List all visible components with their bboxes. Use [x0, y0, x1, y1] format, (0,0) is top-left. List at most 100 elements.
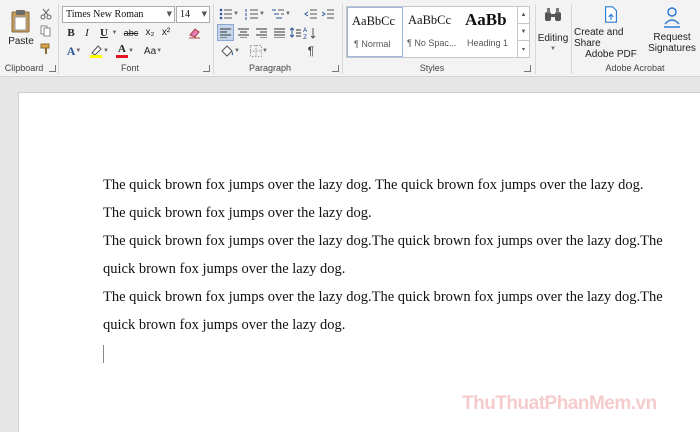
styles-scroll-up[interactable]: ▲ [517, 7, 529, 23]
underline-icon: U [100, 26, 108, 39]
font-size-combo[interactable]: 14 ▼ [176, 6, 210, 23]
styles-more[interactable]: ▾ [517, 40, 529, 57]
cut-button[interactable] [38, 6, 54, 21]
shading-button[interactable]: ▼ [217, 43, 243, 59]
ribbon: Paste Clipboard Times New Roman ▼ 14 ▼ B… [0, 0, 700, 77]
paragraph-group-label: Paragraph [248, 63, 292, 73]
borders-icon [250, 45, 263, 57]
paint-bucket-icon [221, 44, 234, 57]
numbered-list-icon [245, 9, 259, 20]
clear-formatting-button[interactable] [186, 25, 202, 40]
styles-dialog-launcher[interactable] [524, 65, 531, 72]
style-no-spacing[interactable]: AaBbCc ¶ No Spac... [404, 7, 460, 57]
superscript-icon: x² [161, 27, 171, 38]
indent-icon [321, 9, 334, 19]
text-effects-icon: A [66, 43, 76, 58]
font-color-icon: A [118, 43, 126, 55]
text-effects-button[interactable]: A ▼ [64, 43, 84, 59]
subscript-icon: x₂ [145, 27, 155, 38]
paste-button[interactable]: Paste [4, 4, 38, 50]
create-share-line1: Create and Share [574, 27, 624, 49]
paragraph-1[interactable]: The quick brown fox jumps over the lazy … [103, 171, 663, 227]
underline-dropdown[interactable]: ▼ [111, 25, 118, 40]
copy-icon [40, 25, 51, 36]
italic-button[interactable]: I [80, 25, 94, 40]
chevron-down-icon: ▼ [550, 46, 556, 52]
highlight-color-button[interactable]: ▼ [88, 43, 110, 59]
font-dialog-launcher[interactable] [203, 65, 210, 72]
strikethrough-button[interactable]: abc [122, 25, 140, 40]
chevron-down-icon[interactable]: ▼ [167, 7, 172, 22]
adobe-group-label: Adobe Acrobat [605, 63, 665, 73]
pdf-export-icon [605, 6, 617, 23]
copy-button[interactable] [38, 23, 54, 38]
chevron-down-icon[interactable]: ▼ [202, 7, 207, 22]
increase-indent-button[interactable] [320, 6, 336, 22]
eraser-icon [188, 27, 200, 38]
editing-button[interactable]: Editing ▼ [537, 5, 569, 60]
font-name-combo[interactable]: Times New Roman ▼ [62, 6, 175, 23]
justify-button[interactable] [271, 24, 288, 41]
style-no-spacing-sample: AaBbCc [408, 13, 452, 27]
font-group-label: Font [120, 63, 139, 73]
style-normal-sample: AaBbCc [352, 14, 396, 28]
chevron-down-icon: ▼ [520, 29, 527, 35]
request-line1: Request [653, 32, 691, 43]
multilevel-list-icon [272, 9, 285, 19]
borders-button[interactable]: ▼ [246, 43, 272, 59]
subscript-button[interactable]: x₂ [143, 25, 157, 40]
chevron-up-icon: ▲ [520, 12, 527, 18]
show-formatting-marks-button[interactable]: ¶ [304, 43, 318, 59]
align-left-button[interactable] [217, 24, 234, 41]
multilevel-list-button[interactable]: ▼ [269, 6, 293, 22]
decrease-indent-button[interactable] [303, 6, 319, 22]
superscript-button[interactable]: x² [159, 25, 173, 40]
style-heading-1[interactable]: AaBb Heading 1 [461, 7, 517, 57]
styles-scroll-down[interactable]: ▼ [517, 23, 529, 40]
style-no-spacing-name: ¶ No Spac... [407, 38, 457, 48]
clipboard-group-label: Clipboard [4, 63, 44, 73]
watermark-logo: ThuThuatPhanMem.vn [462, 393, 657, 414]
align-left-icon [220, 28, 231, 38]
align-right-button[interactable] [253, 24, 270, 41]
scissors-icon [40, 8, 52, 19]
bullets-button[interactable]: ▼ [217, 6, 241, 22]
document-area: The quick brown fox jumps over the lazy … [0, 78, 700, 432]
sort-button[interactable]: AZ [302, 25, 318, 41]
style-normal[interactable]: AaBbCc ¶ Normal [347, 7, 403, 57]
underline-button[interactable]: U [96, 25, 112, 40]
document-page[interactable]: The quick brown fox jumps over the lazy … [18, 92, 700, 432]
text-cursor [103, 345, 104, 363]
paintbrush-icon [40, 43, 50, 54]
italic-icon: I [85, 26, 89, 39]
request-signatures-button[interactable]: Request Signatures [648, 6, 696, 60]
signature-icon [664, 7, 680, 28]
numbering-button[interactable]: ▼ [243, 6, 267, 22]
bold-icon: B [67, 26, 75, 39]
align-center-button[interactable] [235, 24, 252, 41]
create-share-pdf-button[interactable]: Create and Share Adobe PDF [574, 6, 648, 60]
highlighter-icon [90, 45, 103, 58]
highlight-swatch [90, 55, 103, 58]
format-painter-button[interactable] [38, 41, 54, 56]
align-center-icon [238, 28, 249, 38]
strikethrough-icon: abc [123, 27, 139, 38]
editing-label: Editing [537, 33, 569, 44]
styles-group-label: Styles [419, 63, 445, 73]
line-spacing-icon [290, 27, 301, 38]
style-heading-1-name: Heading 1 [467, 38, 509, 48]
outdent-icon [304, 9, 317, 19]
font-color-button[interactable]: A ▼ [114, 43, 136, 59]
paragraph-3[interactable]: The quick brown fox jumps over the lazy … [103, 283, 663, 339]
justify-icon [274, 28, 285, 38]
bullet-list-icon [219, 8, 233, 20]
sort-icon: AZ [303, 27, 316, 40]
paragraph-2[interactable]: The quick brown fox jumps over the lazy … [103, 227, 663, 283]
bold-button[interactable]: B [64, 25, 78, 40]
request-line2: Signatures [648, 43, 696, 54]
change-case-button[interactable]: Aa ▼ [141, 43, 165, 59]
font-color-swatch [116, 55, 129, 58]
clipboard-dialog-launcher[interactable] [49, 65, 56, 72]
paragraph-dialog-launcher[interactable] [332, 65, 339, 72]
line-spacing-button[interactable] [289, 24, 302, 41]
